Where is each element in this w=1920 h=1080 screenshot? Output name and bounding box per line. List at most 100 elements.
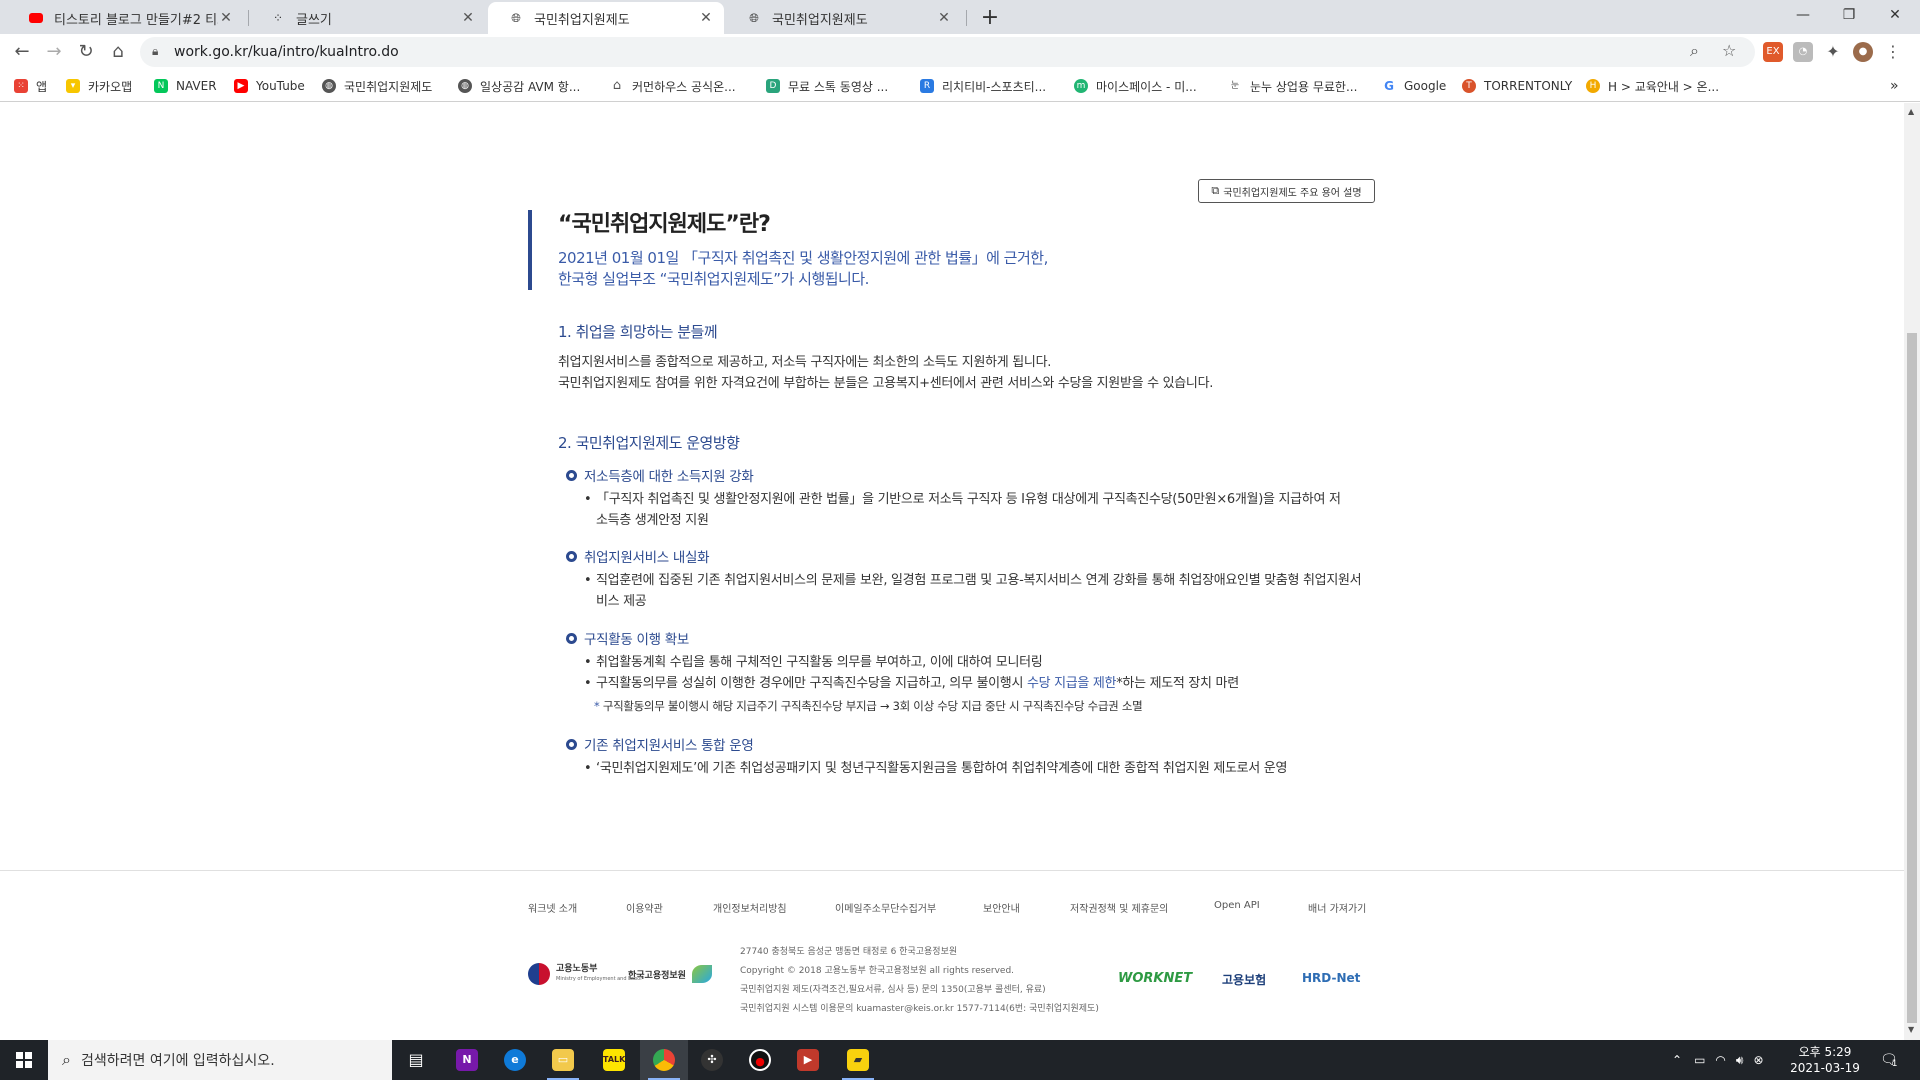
bookmark-myspace[interactable]: m 마이스페이스 - 미... (1074, 77, 1197, 95)
bookmark-star-icon[interactable]: ☆ (1722, 41, 1736, 60)
ring-bullet-icon (566, 550, 577, 562)
close-window-icon[interactable]: ✕ (1872, 0, 1918, 30)
back-arrow-icon[interactable]: ← (8, 38, 36, 66)
item-title: 저소득층에 대한 소득지원 강화 (584, 469, 754, 485)
tab-tistory-youtube[interactable]: 티스토리 블로그 만들기#2 티스... ✕ (8, 2, 244, 34)
hrdnet-logo[interactable]: HRD-Net (1302, 971, 1360, 985)
extension-gray-icon[interactable]: ◔ (1793, 42, 1813, 62)
globe-icon: ◍ (458, 79, 472, 93)
bookmark-avm[interactable]: ◍ 일상공감 AVM 항... (458, 77, 580, 95)
windows-start-icon[interactable] (0, 1040, 48, 1080)
keis-logo-text: 한국고용정보원 (628, 970, 686, 981)
edge-icon[interactable]: e (491, 1040, 539, 1080)
page-title: “국민취업지원제도”란? (558, 212, 771, 237)
footer-info-line: 국민취업지원 제도(자격조건,필요서류, 심사 등) 문의 1350(고용부 콜… (740, 985, 1046, 995)
close-tab-icon[interactable]: ✕ (936, 10, 952, 26)
glossary-button[interactable]: ⧉ 국민취업지원제도 주요 용어 설명 (1198, 179, 1375, 203)
lock-icon: 🔒︎ (152, 44, 159, 58)
file-explorer-icon[interactable]: ▭ (539, 1040, 587, 1080)
menu-kebab-icon[interactable]: ⋮ (1883, 42, 1903, 62)
media-player-icon[interactable]: ▶ (784, 1040, 832, 1080)
bookmarks-overflow-icon[interactable]: » (1890, 77, 1899, 95)
bookmark-apps[interactable]: ⁙ 앱 (14, 77, 47, 95)
tray-chevron-up-icon[interactable]: ⌃ (1672, 1053, 1682, 1067)
bookmark-richtv[interactable]: R 리치티비-스포츠티... (920, 77, 1046, 95)
note-star: * (594, 699, 600, 713)
item-bullet: 「구직자 취업촉진 및 생활안정지원에 관한 법률」을 기반으로 저소득 구직자… (584, 489, 1344, 531)
chrome-icon[interactable] (640, 1040, 688, 1080)
sticky-notes-icon[interactable]: ▰ (834, 1040, 882, 1080)
bookmark-stock-video[interactable]: D 무료 스톡 동영상 ... (766, 77, 888, 95)
bookmark-naver[interactable]: N NAVER (154, 77, 217, 95)
bookmark-youtube[interactable]: ▶ YouTube (234, 77, 305, 95)
taskbar-clock[interactable]: 오후 5:29 2021-03-19 (1790, 1044, 1860, 1076)
ime-icon[interactable]: ⊗ (1753, 1053, 1763, 1067)
record-icon[interactable]: ● (736, 1040, 784, 1080)
home-icon[interactable]: ⌂ (104, 38, 132, 66)
footer-link[interactable]: 보안안내 (983, 900, 1020, 915)
minimize-icon[interactable]: — (1780, 0, 1826, 30)
scroll-down-arrow-icon[interactable]: ▼ (1908, 1025, 1914, 1034)
page-scrollbar[interactable]: ▲ ▼ (1904, 103, 1920, 1040)
extensions-puzzle-icon[interactable]: ✦ (1823, 42, 1843, 62)
section-text: 국민취업지원제도 참여를 위한 자격요건에 부합하는 분들은 고용복지+센터에서… (558, 376, 1214, 391)
tab-kua-2[interactable]: 🌐︎ 국민취업지원제도 ✕ (726, 2, 962, 34)
footer-link[interactable]: 워크넷 소개 (528, 900, 577, 915)
footer-link[interactable]: 개인정보처리방침 (713, 900, 787, 915)
bookmark-google[interactable]: G Google (1382, 77, 1446, 95)
close-tab-icon[interactable]: ✕ (698, 10, 714, 26)
bookmark-kakaomap[interactable]: ▾ 카카오맵 (66, 77, 132, 95)
employment-insurance-logo[interactable]: 고용보험 (1222, 971, 1266, 988)
kakaotalk-icon[interactable]: TALK (590, 1040, 638, 1080)
bookmark-label: 무료 스톡 동영상 ... (788, 79, 889, 94)
notification-center-icon[interactable]: 🗨︎ 1 (1880, 1040, 1898, 1080)
task-view-icon[interactable]: ▤ (392, 1040, 440, 1080)
profile-avatar-icon[interactable]: ● (1853, 42, 1873, 62)
google-icon: G (1384, 79, 1394, 93)
bookmark-torrentonly[interactable]: T TORRENTONLY (1462, 77, 1572, 95)
item-bullet: 취업활동계획 수립을 통해 구체적인 구직활동 의무를 부여하고, 이에 대하여… (584, 652, 1384, 673)
onenote-icon[interactable]: N (443, 1040, 491, 1080)
footer-info-line: Copyright © 2018 고용노동부 한국고용정보원 all right… (740, 966, 1015, 976)
clock-time: 오후 5:29 (1798, 1045, 1852, 1059)
scroll-thumb[interactable] (1907, 333, 1917, 1023)
address-bar[interactable]: 🔒︎ work.go.kr/kua/intro/kuaIntro.do ⌕ ☆ (140, 37, 1755, 67)
davinci-resolve-icon[interactable]: ✣ (688, 1040, 736, 1080)
zoom-search-icon[interactable]: ⌕ (1690, 41, 1699, 61)
network-icon[interactable]: ◠ (1715, 1053, 1725, 1067)
footer-link[interactable]: 이용약관 (626, 900, 663, 915)
taskbar-search-box[interactable]: ⌕ 검색하려면 여기에 입력하십시오. (48, 1040, 392, 1080)
footer-link[interactable]: 배너 가져가기 (1308, 900, 1366, 915)
tab-active-kua[interactable]: 🌐︎ 국민취업지원제도 ✕ (488, 2, 724, 34)
new-tab-button[interactable]: + (976, 4, 1004, 32)
close-tab-icon[interactable]: ✕ (460, 10, 476, 26)
bookmark-commonhouse[interactable]: ⌂ 커먼하우스 공식온... (610, 77, 736, 95)
tab-title: 티스토리 블로그 만들기#2 티스... (54, 12, 218, 28)
richtv-icon: R (920, 79, 934, 93)
bookmark-kua[interactable]: ◍ 국민취업지원제도 (322, 77, 432, 95)
scroll-up-arrow-icon[interactable]: ▲ (1908, 107, 1914, 116)
extension-ex-icon[interactable]: EX (1763, 42, 1783, 62)
apps-grid-icon: ⁙ (14, 79, 28, 93)
bookmark-noonnu[interactable]: 눈 눈누 상업용 무료한... (1228, 77, 1358, 95)
url-text[interactable]: work.go.kr/kua/intro/kuaIntro.do (174, 44, 399, 60)
footer-link[interactable]: 저작권정책 및 제휴문의 (1070, 900, 1168, 915)
worknet-logo[interactable]: WORKNET (1118, 971, 1192, 986)
tab-write[interactable]: ⁘ 글쓰기 ✕ (250, 2, 486, 34)
footer-link[interactable]: 이메일주소무단수집거부 (835, 900, 936, 915)
restore-icon[interactable]: ❐ (1826, 0, 1872, 30)
tab-title: 국민취업지원제도 (772, 12, 868, 28)
forward-arrow-icon[interactable]: → (40, 38, 68, 66)
bookmark-h-edu[interactable]: H H > 교육안내 > 온... (1586, 77, 1719, 95)
note-text: 구직활동의무 불이행시 해당 지급주기 구직촉진수당 부지급 → 3회 이상 수… (602, 699, 1143, 713)
tab-title: 국민취업지원제도 (534, 12, 630, 28)
footer-link[interactable]: Open API (1214, 900, 1260, 911)
volume-icon[interactable]: 🔊︎ (1736, 1053, 1744, 1068)
battery-icon[interactable]: ▭ (1694, 1053, 1705, 1067)
item-bullet: 구직활동의무를 성실히 이행한 경우에만 구직촉진수당을 지급하고, 의무 불이… (584, 673, 1384, 694)
reload-icon[interactable]: ↻ (72, 38, 100, 66)
footer-info-line: 국민취업지원 시스템 이용문의 kuamaster@keis.or.kr 157… (740, 1004, 1099, 1014)
close-tab-icon[interactable]: ✕ (218, 10, 234, 26)
section-text: 취업지원서비스를 종합적으로 제공하고, 저소득 구직자에는 최소한의 소득도 … (558, 355, 1052, 370)
youtube-icon: ▶ (234, 79, 248, 93)
